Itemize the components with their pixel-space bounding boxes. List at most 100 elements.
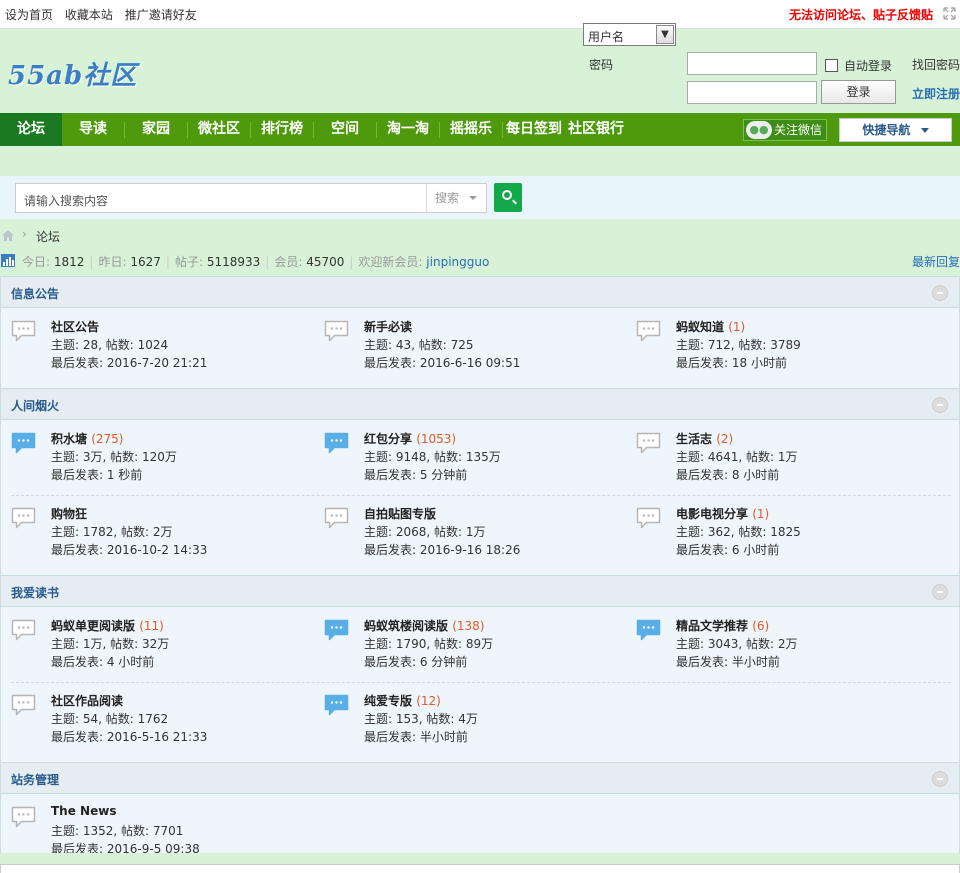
auto-login-checkbox[interactable]: 自动登录 (825, 57, 892, 74)
forum-title[interactable]: 精品文学推荐 (676, 619, 748, 633)
forum-item[interactable]: 纯爱专版 (12) 主题: 153, 帖数: 4万 最后发表: 半小时前 (324, 692, 624, 752)
forum-item[interactable]: 自拍贴图专版 主题: 2068, 帖数: 1万 最后发表: 2016-9-16 1… (324, 505, 624, 565)
bottom-band (0, 853, 960, 873)
collapse-icon[interactable] (932, 397, 948, 413)
forum-item[interactable]: 社区作品阅读 主题: 54, 帖数: 1762 最后发表: 2016-5-16 2… (11, 692, 311, 752)
forum-item[interactable]: 购物狂 主题: 1782, 帖数: 2万 最后发表: 2016-10-2 14:3… (11, 505, 311, 565)
forum-icon (636, 432, 661, 454)
category-title[interactable]: 信息公告 (11, 285, 59, 302)
forum-name[interactable]: The News (51, 804, 116, 818)
forum-name[interactable]: 蚂蚁筑楼阅读版 (138) (364, 617, 484, 634)
collapse-icon[interactable] (932, 771, 948, 787)
forum-last-post: 最后发表: 2016-7-20 21:21 (51, 356, 208, 370)
search-input[interactable]: 请输入搜索内容 (24, 192, 108, 209)
forum-title[interactable]: 新手必读 (364, 320, 412, 334)
feedback-alert-link[interactable]: 无法访问论坛、贴子反馈贴 (789, 6, 933, 23)
forum-title[interactable]: 自拍贴图专版 (364, 507, 436, 521)
forum-name[interactable]: 纯爱专版 (12) (364, 692, 441, 709)
bottom-panel-edge (0, 864, 960, 873)
login-button[interactable]: 登录 (821, 80, 896, 104)
forum-title[interactable]: The News (51, 804, 116, 818)
invite-friends-link[interactable]: 推广邀请好友 (125, 8, 197, 22)
forum-title[interactable]: 积水塘 (51, 432, 87, 446)
category-title[interactable]: 人间烟火 (11, 397, 59, 414)
search-button[interactable] (494, 183, 522, 212)
find-password-link[interactable]: 找回密码 (912, 56, 960, 73)
quick-nav-dropdown[interactable]: 快捷导航 (839, 118, 952, 142)
forum-item[interactable]: 红包分享 (1053) 主题: 9148, 帖数: 135万 最后发表: 5 分钟前 (324, 430, 624, 490)
forum-name[interactable]: 红包分享 (1053) (364, 430, 456, 447)
yesterday-count: 1627 (130, 255, 161, 269)
nav-item-shake[interactable]: 摇摇乐 (440, 113, 502, 146)
follow-wechat-button[interactable]: ●● 关注微信 (743, 119, 827, 141)
forum-name[interactable]: 生活志 (2) (676, 430, 733, 447)
welcome-label: 欢迎新会员: (358, 255, 423, 269)
forum-item[interactable]: 积水塘 (275) 主题: 3万, 帖数: 120万 最后发表: 1 秒前 (11, 430, 311, 490)
forum-name[interactable]: 精品文学推荐 (6) (676, 617, 769, 634)
forum-title[interactable]: 纯爱专版 (364, 694, 412, 708)
nav-item-daily-checkin[interactable]: 每日签到 (503, 113, 565, 146)
forum-title[interactable]: 蚂蚁筑楼阅读版 (364, 619, 448, 633)
nav-item-guide[interactable]: 导读 (62, 113, 124, 146)
nav-item-forum[interactable]: 论坛 (0, 113, 62, 146)
forum-title[interactable]: 蚂蚁知道 (676, 320, 724, 334)
forum-name[interactable]: 社区公告 (51, 318, 99, 335)
category-title[interactable]: 站务管理 (11, 771, 59, 788)
category-title[interactable]: 我爱读书 (11, 584, 59, 601)
forum-item[interactable]: 蚂蚁知道 (1) 主题: 712, 帖数: 3789 最后发表: 18 小时前 (636, 318, 936, 378)
nav-item-micro-community[interactable]: 微社区 (188, 113, 250, 146)
forum-name[interactable]: 蚂蚁知道 (1) (676, 318, 745, 335)
forum-title[interactable]: 生活志 (676, 432, 712, 446)
forum-stats-text: 主题: 9148, 帖数: 135万 (364, 450, 501, 464)
newest-member-link[interactable]: jinpingguo (426, 255, 489, 269)
forum-icon (324, 320, 349, 342)
forum-item[interactable]: 电影电视分享 (1) 主题: 362, 帖数: 1825 最后发表: 6 小时前 (636, 505, 936, 565)
caret-down-icon (920, 128, 929, 133)
nav-item-space[interactable]: 空间 (314, 113, 376, 146)
forum-title[interactable]: 红包分享 (364, 432, 412, 446)
nav-item-bank[interactable]: 社区银行 (565, 113, 627, 146)
forum-title[interactable]: 电影电视分享 (676, 507, 748, 521)
forum-item[interactable]: 蚂蚁筑楼阅读版 (138) 主题: 1790, 帖数: 89万 最后发表: 6 分钟… (324, 617, 624, 677)
forum-item[interactable]: 精品文学推荐 (6) 主题: 3043, 帖数: 2万 最后发表: 半小时前 (636, 617, 936, 677)
username-select[interactable]: 用户名 ▼ (583, 23, 676, 46)
forum-name[interactable]: 自拍贴图专版 (364, 505, 436, 522)
nav-item-ranking[interactable]: 排行榜 (251, 113, 313, 146)
forum-name[interactable]: 新手必读 (364, 318, 412, 335)
forum-name[interactable]: 社区作品阅读 (51, 692, 123, 709)
forum-name[interactable]: 蚂蚁单更阅读版 (11) (51, 617, 164, 634)
collapse-icon[interactable] (932, 584, 948, 600)
category-header: 人间烟火 (1, 388, 959, 420)
forum-item[interactable]: 社区公告 主题: 28, 帖数: 1024 最后发表: 2016-7-20 21:… (11, 318, 311, 378)
forum-title[interactable]: 社区公告 (51, 320, 99, 334)
follow-wechat-label: 关注微信 (774, 123, 823, 137)
forum-name[interactable]: 电影电视分享 (1) (676, 505, 769, 522)
nav-item-taobao[interactable]: 淘一淘 (377, 113, 439, 146)
bookmark-link[interactable]: 收藏本站 (65, 8, 113, 22)
password-input[interactable] (687, 81, 817, 104)
forum-item[interactable]: 蚂蚁单更阅读版 (11) 主题: 1万, 帖数: 32万 最后发表: 4 小时前 (11, 617, 311, 677)
stats-chart-icon (1, 254, 15, 267)
forum-item[interactable]: 新手必读 主题: 43, 帖数: 725 最后发表: 2016-6-16 09:5… (324, 318, 624, 378)
forum-title[interactable]: 购物狂 (51, 507, 87, 521)
forum-title[interactable]: 蚂蚁单更阅读版 (51, 619, 135, 633)
register-link[interactable]: 立即注册 (912, 85, 960, 102)
forum-name[interactable]: 积水塘 (275) (51, 430, 123, 447)
search-scope-select[interactable]: 搜索 (426, 184, 487, 212)
collapse-icon[interactable] (932, 285, 948, 301)
username-input[interactable] (687, 52, 817, 75)
search-box: 请输入搜索内容 搜索 (15, 183, 487, 213)
forum-title[interactable]: 社区作品阅读 (51, 694, 123, 708)
latest-replies-link[interactable]: 最新回复 (912, 253, 960, 270)
forum-item[interactable]: 生活志 (2) 主题: 4641, 帖数: 1万 最后发表: 8 小时前 (636, 430, 936, 490)
checkbox-box[interactable] (825, 59, 838, 72)
set-homepage-link[interactable]: 设为首页 (5, 8, 53, 22)
breadcrumb-current[interactable]: 论坛 (36, 228, 60, 245)
site-logo[interactable]: 55ab社区 (8, 55, 137, 92)
expand-icon[interactable] (943, 7, 956, 20)
forum-name[interactable]: 购物狂 (51, 505, 87, 522)
forum-last-post: 最后发表: 2016-10-2 14:33 (51, 543, 208, 557)
row-divider (11, 682, 951, 683)
nav-item-home[interactable]: 家园 (125, 113, 187, 146)
home-icon[interactable] (1, 229, 15, 242)
